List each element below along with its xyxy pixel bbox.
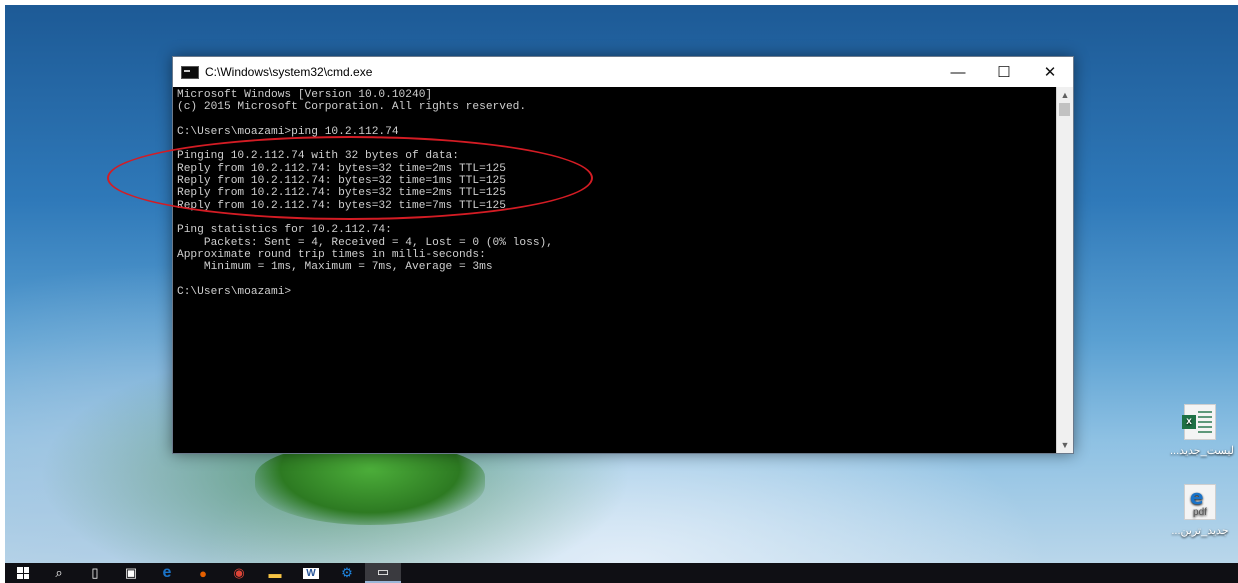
chrome-button[interactable]: ◉ [221,563,257,583]
task-view-button[interactable]: ▯ [77,563,113,583]
edge-icon: e [162,564,172,581]
console-line: Pinging 10.2.112.74 with 32 bytes of dat… [177,150,459,163]
firefox-button[interactable]: ● [185,563,221,583]
search-icon: ⌕ [55,565,63,580]
edge-button[interactable]: e [149,563,185,583]
task-view-icon: ▯ [91,565,99,580]
desktop-icon-label: ...جدید_ترین [1171,525,1229,537]
cmd-button[interactable]: ▭ [365,563,401,583]
console-line: Reply from 10.2.112.74: bytes=32 time=2m… [177,162,506,175]
console-output[interactable]: Microsoft Windows [Version 10.0.10240] (c… [173,87,1057,453]
console-line: Ping statistics for 10.2.112.74: [177,224,392,237]
app-1-button[interactable]: ▣ [113,563,149,583]
console-line: C:\Users\moazami> [177,285,292,298]
console-line: Reply from 10.2.112.74: bytes=32 time=2m… [177,187,506,200]
file-explorer-button[interactable]: ▬ [257,563,293,583]
desktop-icon-label: ...لیست_جدید [1170,445,1234,457]
console-line: Reply from 10.2.112.74: bytes=32 time=1m… [177,175,506,188]
console-line: Minimum = 1ms, Maximum = 7ms, Average = … [177,261,493,274]
close-button[interactable]: ✕ [1027,57,1073,87]
vertical-scrollbar[interactable]: ▲ ▼ [1056,87,1073,453]
console-line: Reply from 10.2.112.74: bytes=32 time=7m… [177,199,506,212]
title-bar[interactable]: C:\Windows\system32\cmd.exe — ☐ ✕ [173,57,1073,87]
cmd-app-icon [181,65,199,79]
desktop-icon-excel[interactable]: x ...لیست_جدید [1170,404,1234,457]
console-line: C:\Users\moazami>ping 10.2.112.74 [177,125,399,138]
scroll-down-arrow-icon[interactable]: ▼ [1057,437,1073,453]
maximize-button[interactable]: ☐ [981,57,1027,87]
scroll-up-arrow-icon[interactable]: ▲ [1057,87,1073,103]
desktop-icon-pdf[interactable]: e pdf ...جدید_ترین [1170,484,1230,537]
console-line: Microsoft Windows [Version 10.0.10240] [177,89,433,101]
settings-icon: ⚙ [341,565,353,580]
cmd-icon: ▭ [376,564,390,579]
pdf-file-icon: e pdf [1184,484,1216,520]
taskbar: ⌕ ▯ ▣ e ● ◉ ▬ W ⚙ ▭ [5,563,1238,583]
cmd-window[interactable]: C:\Windows\system32\cmd.exe — ☐ ✕ Micros… [172,56,1074,454]
word-button[interactable]: W [293,563,329,583]
chrome-icon: ◉ [233,565,245,580]
wallpaper-bottle [255,445,485,525]
console-line: Approximate round trip times in milli-se… [177,248,486,261]
excel-file-icon: x [1182,404,1216,440]
file-explorer-icon: ▬ [268,565,282,581]
search-button[interactable]: ⌕ [41,563,77,583]
console-line: (c) 2015 Microsoft Corporation. All righ… [177,101,527,114]
window-title: C:\Windows\system32\cmd.exe [205,65,373,79]
minimize-button[interactable]: — [935,57,981,87]
settings-button[interactable]: ⚙ [329,563,365,583]
scroll-thumb[interactable] [1059,103,1070,116]
console-line: Packets: Sent = 4, Received = 4, Lost = … [177,236,553,249]
word-icon: W [303,567,319,579]
windows-logo-icon [17,567,29,579]
firefox-icon: ● [199,565,207,581]
start-button[interactable] [5,563,41,583]
app-1-icon: ▣ [124,565,138,580]
